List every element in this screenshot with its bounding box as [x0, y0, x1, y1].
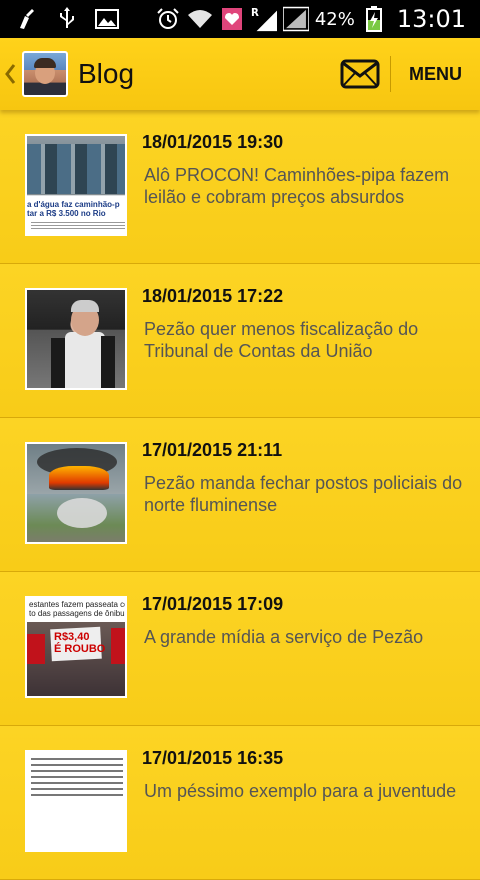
post-date: 18/01/2015 19:30 [142, 132, 284, 152]
svg-text:R: R [251, 8, 259, 19]
list-item[interactable]: 17/01/2015 21:11 Pezão manda fechar post… [0, 418, 480, 572]
action-bar-divider [390, 56, 391, 92]
post-headline: Alô PROCON! Caminhões-pipa fazem leilão … [144, 165, 450, 207]
mail-icon[interactable] [340, 59, 380, 89]
post-list: a d'água faz caminhão-p tar a R$ 3.500 n… [0, 110, 480, 880]
avatar[interactable] [22, 51, 68, 97]
thumb-fire [49, 466, 109, 490]
signal-icon-2 [282, 6, 309, 32]
list-item[interactable]: a d'água faz caminhão-p tar a R$ 3.500 n… [0, 110, 480, 264]
cleaner-icon [14, 6, 40, 32]
image-icon [94, 6, 120, 32]
signal-icon: R [251, 6, 277, 32]
post-thumbnail [25, 442, 127, 544]
post-headline: Um péssimo exemplo para a juventude [144, 781, 457, 801]
post-date: 17/01/2015 17:09 [142, 594, 284, 614]
list-item[interactable]: estantes fazem passeata contra o to das … [0, 572, 480, 726]
chevron-left-icon[interactable] [4, 63, 18, 85]
clock: 13:01 [396, 5, 466, 33]
avatar-hair [34, 58, 56, 68]
battery-percent: 42% [314, 8, 355, 30]
post-date: 17/01/2015 16:35 [142, 748, 284, 768]
post-headline: A grande mídia a serviço de Pezão [144, 627, 424, 647]
thumb-photo [27, 144, 125, 194]
post-headline: Pezão quer menos fiscalização do Tribuna… [144, 319, 419, 361]
post-thumbnail [25, 750, 127, 852]
wifi-icon [187, 6, 213, 32]
page-title: Blog [78, 58, 135, 89]
thumb-caption: a d'água faz caminhão-p tar a R$ 3.500 n… [27, 200, 120, 218]
post-thumbnail: a d'água faz caminhão-p tar a R$ 3.500 n… [25, 134, 127, 236]
usb-icon [54, 6, 80, 32]
thumb-banner [111, 628, 125, 664]
thumb-smoke [57, 498, 107, 528]
post-date: 18/01/2015 17:22 [142, 286, 284, 306]
thumb-text-lines [31, 222, 125, 230]
status-bar: R 42% 13:01 [0, 0, 480, 38]
thumb-figure [101, 336, 115, 388]
list-item[interactable]: 17/01/2015 16:35 Um péssimo exemplo para… [0, 726, 480, 880]
action-bar: Blog MENU [0, 38, 480, 110]
post-thumbnail [25, 288, 127, 390]
thumb-banner [27, 634, 45, 664]
heart-app-icon [219, 6, 245, 32]
menu-button[interactable]: MENU [409, 64, 462, 85]
thumb-sign-text: R$3,40 É ROUBO [54, 631, 106, 655]
alarm-icon [155, 6, 181, 32]
post-date: 17/01/2015 21:11 [142, 440, 283, 460]
list-item[interactable]: 18/01/2015 17:22 Pezão quer menos fiscal… [0, 264, 480, 418]
battery-charging-icon [361, 6, 387, 32]
thumb-figure [71, 300, 99, 312]
thumb-text-lines [31, 758, 123, 798]
thumb-caption: estantes fazem passeata contra o to das … [29, 600, 127, 618]
post-thumbnail: estantes fazem passeata contra o to das … [25, 596, 127, 698]
post-headline: Pezão manda fechar postos policiais do n… [144, 473, 463, 515]
thumb-figure [65, 332, 105, 388]
